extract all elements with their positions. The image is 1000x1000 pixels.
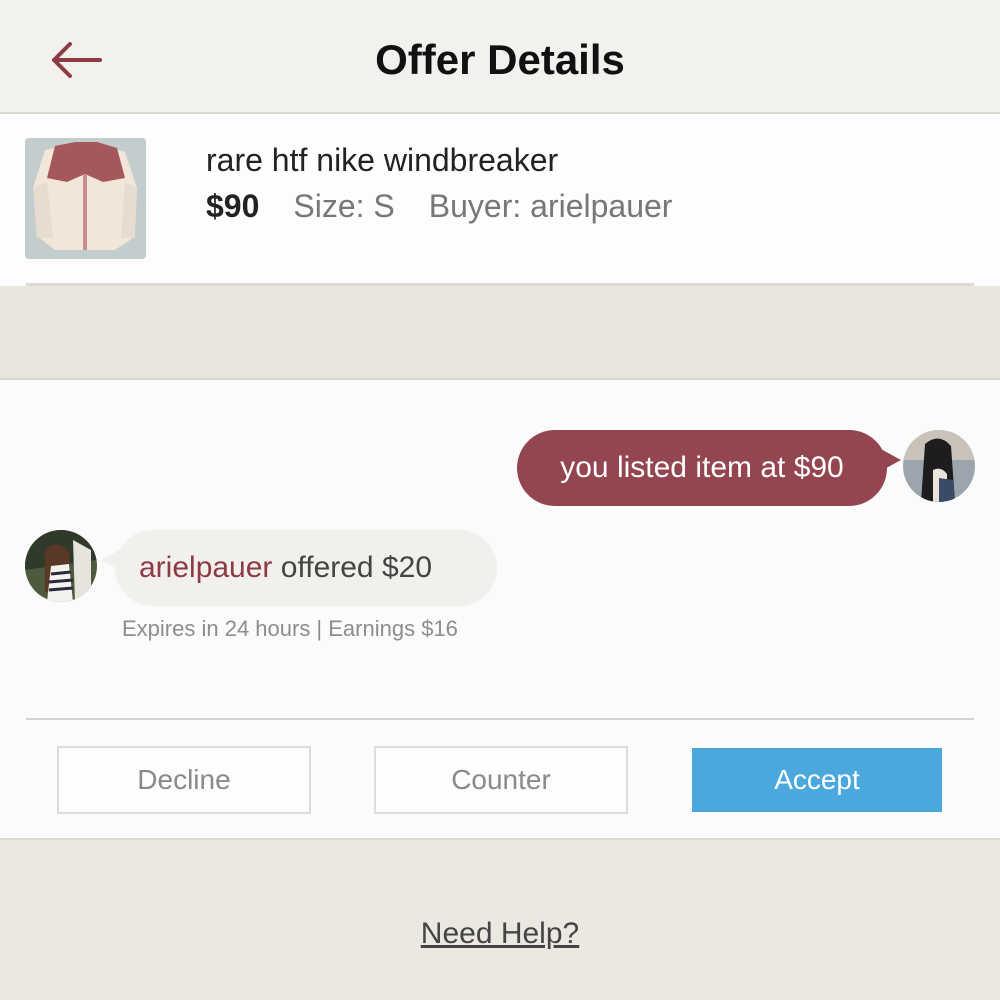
item-summary: rare htf nike windbreaker $90 Size: S Buye… <box>0 114 1000 286</box>
offer-details-screen: Offer Details rare htf nike windbreaker … <box>0 0 1000 1000</box>
offer-expiry-earnings: Expires in 24 hours | Earnings $16 <box>122 616 458 641</box>
seller-message-bubble: you listed item at $90 <box>517 430 901 506</box>
item-meta: $90 Size: S Buyer: arielpauer <box>206 188 672 225</box>
item-thumbnail[interactable] <box>25 138 146 259</box>
buyer-avatar[interactable] <box>25 530 97 602</box>
top-bar: Offer Details <box>0 0 1000 114</box>
page-title: Offer Details <box>375 36 625 83</box>
item-buyer: Buyer: arielpauer <box>428 188 673 224</box>
seller-photo <box>903 430 975 502</box>
divider <box>26 718 974 720</box>
buyer-username-link[interactable]: arielpauer <box>139 551 272 584</box>
buyer-photo <box>25 530 97 602</box>
counter-button[interactable]: Counter <box>374 746 628 814</box>
item-size: Size: S <box>293 188 395 224</box>
buyer-offer-bubble: arielpauer offered $20 <box>101 530 497 606</box>
offer-text: offered $20 <box>272 551 433 584</box>
item-title: rare htf nike windbreaker <box>206 142 559 178</box>
offer-conversation: you listed item at $90 arielpauer offere… <box>0 380 1000 840</box>
seller-avatar[interactable] <box>903 430 975 502</box>
accept-button[interactable]: Accept <box>692 748 942 812</box>
item-price: $90 <box>206 188 260 224</box>
spacer-band <box>0 286 1000 380</box>
windbreaker-image <box>25 138 146 259</box>
help-section: Need Help? <box>0 917 1000 951</box>
decline-button[interactable]: Decline <box>57 746 311 814</box>
need-help-link[interactable]: Need Help? <box>421 917 579 950</box>
